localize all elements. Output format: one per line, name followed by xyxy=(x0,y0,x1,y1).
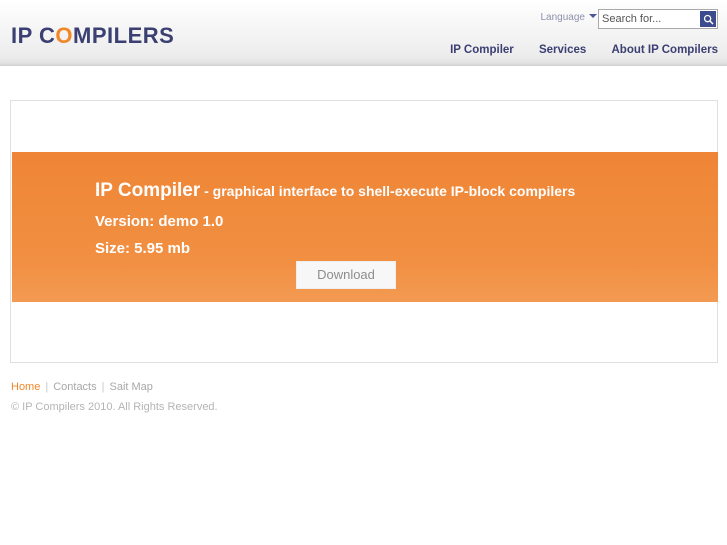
footer-link-contacts[interactable]: Contacts xyxy=(53,381,96,393)
banner-product-name: IP Compiler xyxy=(95,180,201,201)
site-header: IP COMPILERS Language IP Compiler Servic… xyxy=(0,0,727,66)
logo-text-prefix: IP C xyxy=(11,23,56,48)
nav-item-about[interactable]: About IP Compilers xyxy=(612,44,719,56)
product-banner: IP Compiler - graphical interface to she… xyxy=(12,152,718,302)
banner-heading: IP Compiler - graphical interface to she… xyxy=(95,181,575,200)
chevron-down-icon xyxy=(589,14,597,19)
search-icon xyxy=(703,14,713,24)
language-selector-label: Language xyxy=(540,12,586,23)
search-submit-button[interactable] xyxy=(700,11,716,27)
main-navigation: IP Compiler Services About IP Compilers xyxy=(450,44,719,57)
site-footer: Home | Contacts | Sait Map © IP Compilers 20… xyxy=(11,379,511,415)
logo-text-suffix: MPILERS xyxy=(73,23,175,48)
footer-link-home[interactable]: Home xyxy=(11,381,40,393)
language-selector[interactable]: Language xyxy=(540,12,597,23)
nav-item-services[interactable]: Services xyxy=(539,44,586,56)
copyright-text: © IP Compilers 2010. All Rights Reserved… xyxy=(11,401,218,413)
banner-version: Version: demo 1.0 xyxy=(95,213,224,230)
nav-item-ip-compiler[interactable]: IP Compiler xyxy=(450,44,514,56)
search-input[interactable] xyxy=(599,10,699,28)
footer-link-sait-map[interactable]: Sait Map xyxy=(109,381,152,393)
download-button[interactable]: Download xyxy=(296,261,396,289)
footer-separator-2: | xyxy=(101,381,105,393)
search-box xyxy=(598,9,718,29)
content-panel: IP Compiler - graphical interface to she… xyxy=(10,100,718,363)
banner-tagline: - graphical interface to shell-execute I… xyxy=(200,183,576,199)
logo-text-accent: O xyxy=(55,23,74,48)
site-logo[interactable]: IP COMPILERS xyxy=(11,25,174,47)
banner-size: Size: 5.95 mb xyxy=(95,240,191,257)
footer-links: Home | Contacts | Sait Map xyxy=(11,379,511,395)
footer-separator-1: | xyxy=(45,381,49,393)
